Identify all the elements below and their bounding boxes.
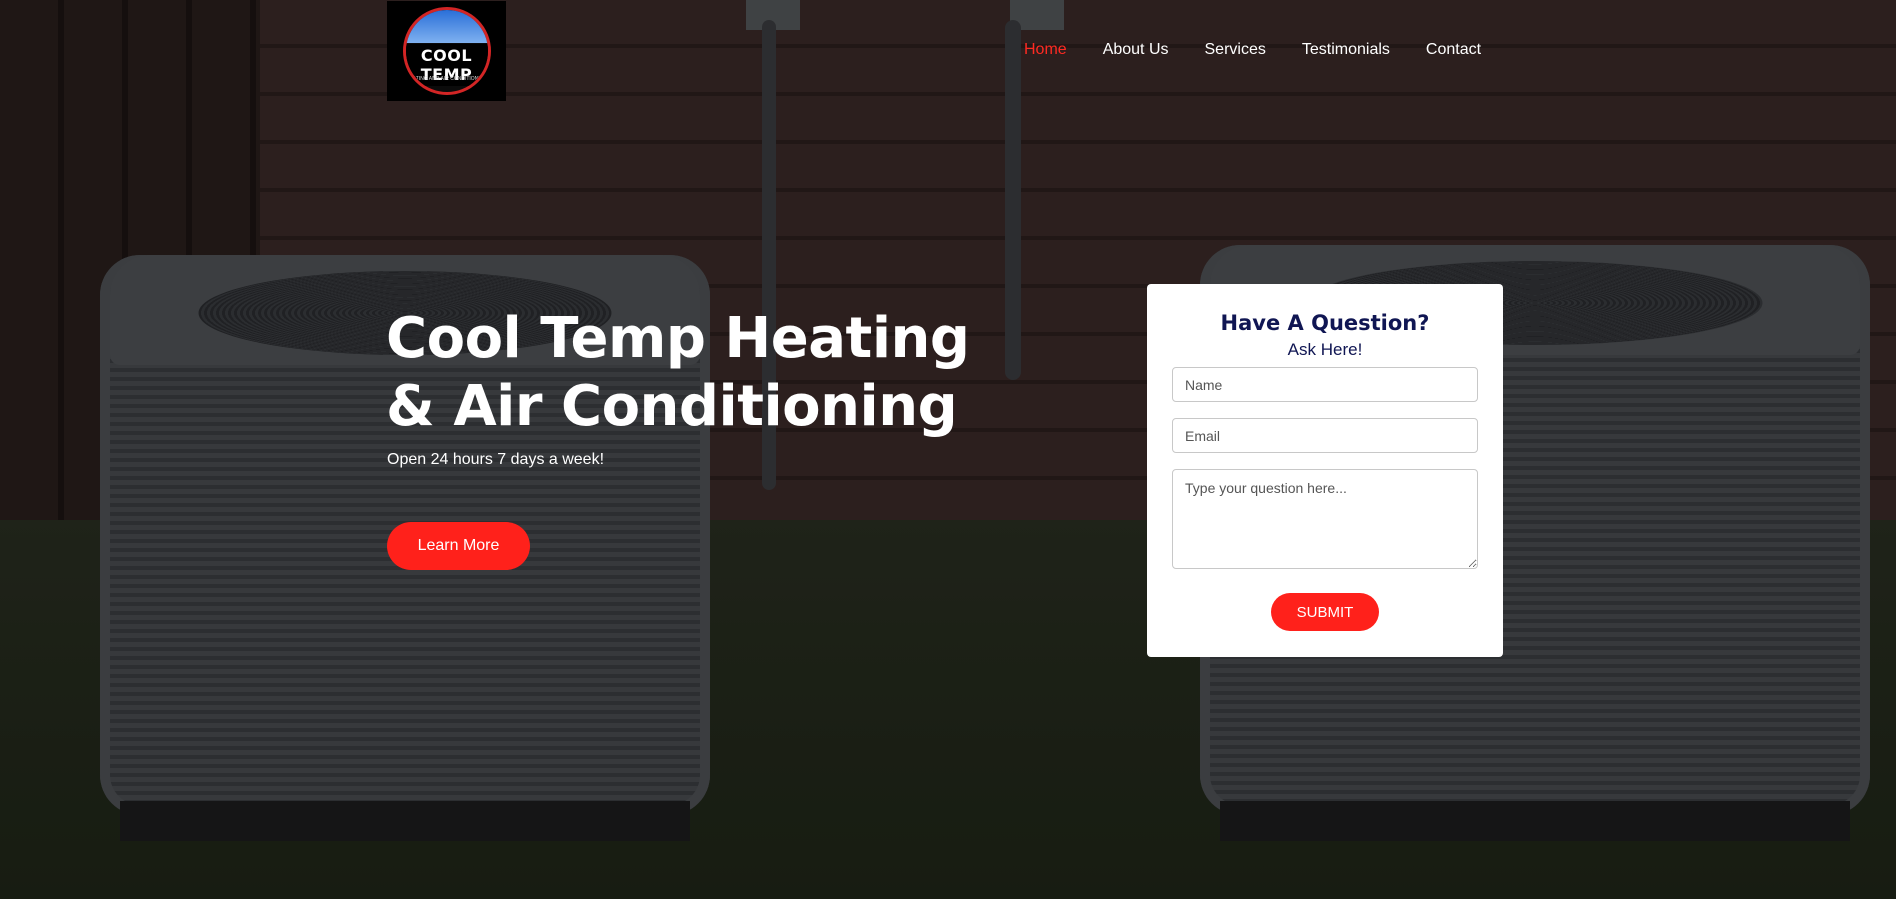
nav-item-services[interactable]: Services xyxy=(1205,40,1266,60)
background-overlay xyxy=(0,0,1896,899)
hero-background-image xyxy=(0,0,1896,899)
submit-button[interactable]: SUBMIT xyxy=(1271,593,1379,631)
main-navigation: Home About Us Services Testimonials Cont… xyxy=(1024,40,1517,60)
nav-item-testimonials[interactable]: Testimonials xyxy=(1302,40,1390,60)
site-logo[interactable]: COOL TEMP HEATING AND AIR CONDITIONING xyxy=(387,1,506,101)
hero-title-line-2: & Air Conditioning xyxy=(386,374,958,439)
question-textarea[interactable] xyxy=(1172,469,1478,569)
question-form-card: Have A Question? Ask Here! SUBMIT xyxy=(1147,284,1503,657)
form-heading: Have A Question? xyxy=(1220,311,1430,335)
hero-subtitle: Open 24 hours 7 days a week! xyxy=(387,451,605,468)
email-input[interactable] xyxy=(1172,418,1478,453)
hero-title: Cool Temp Heating & Air Conditioning xyxy=(386,305,1006,441)
logo-badge-icon: COOL TEMP HEATING AND AIR CONDITIONING xyxy=(402,7,491,95)
hero-title-line-1: Cool Temp Heating xyxy=(386,306,970,371)
nav-item-home[interactable]: Home xyxy=(1024,40,1067,60)
logo-tagline: HEATING AND AIR CONDITIONING xyxy=(405,76,488,82)
form-subheading: Ask Here! xyxy=(1287,340,1363,359)
name-input[interactable] xyxy=(1172,367,1478,402)
nav-item-contact[interactable]: Contact xyxy=(1426,40,1481,60)
nav-item-about-us[interactable]: About Us xyxy=(1103,40,1169,60)
learn-more-button[interactable]: Learn More xyxy=(387,522,530,570)
